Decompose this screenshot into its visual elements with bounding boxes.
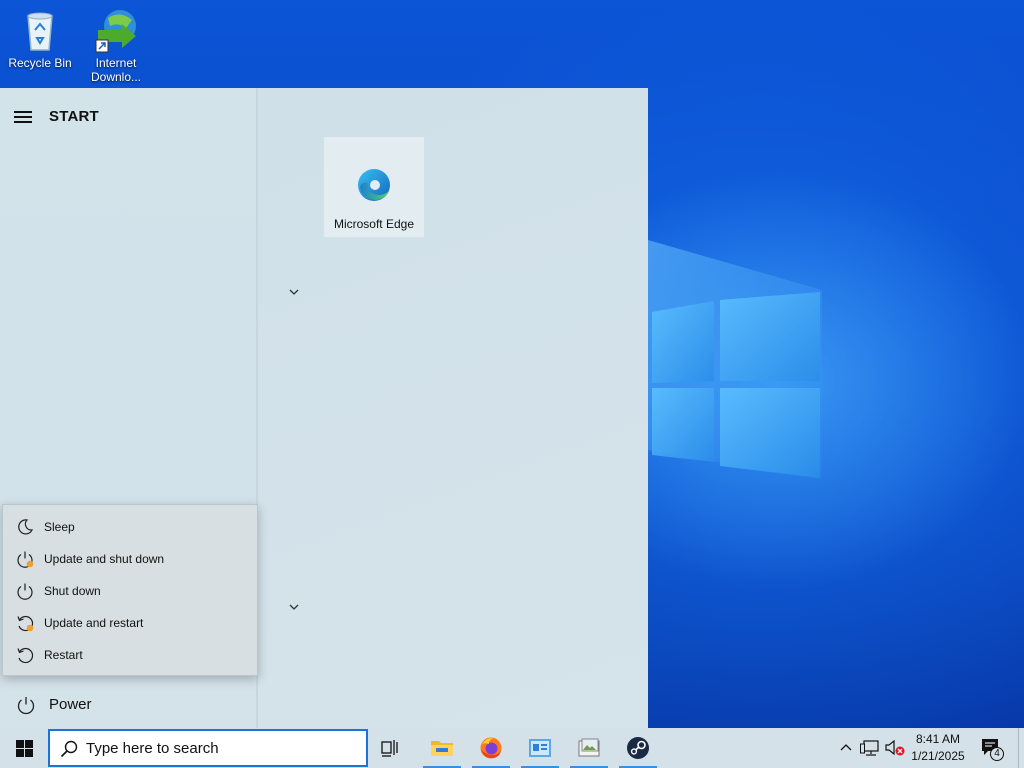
taskbar-app-photo-viewer[interactable]: [566, 728, 612, 768]
show-hidden-icons-chevron-icon[interactable]: [838, 740, 854, 756]
taskbar-app-firefox[interactable]: [468, 728, 514, 768]
chevron-down-icon[interactable]: [288, 603, 300, 611]
task-view-icon: [381, 740, 398, 757]
power-icon: [17, 583, 33, 600]
power-option-update-and-restart[interactable]: Update and restart: [3, 608, 257, 638]
start-menu-tiles-area: Microsoft Edge: [258, 88, 648, 728]
action-center-button[interactable]: 4: [980, 737, 1004, 761]
system-clock[interactable]: 8:41 AM 1/21/2025: [904, 731, 972, 765]
taskbar-app[interactable]: [517, 728, 563, 768]
edge-icon: [358, 169, 390, 201]
taskbar-app-file-explorer[interactable]: [419, 728, 465, 768]
internet-download-manager-icon: [95, 10, 136, 53]
show-desktop-button[interactable]: [1018, 728, 1024, 768]
tile-label: Microsoft Edge: [333, 217, 415, 231]
power-icon: [17, 697, 35, 715]
restart-icon: [17, 647, 34, 664]
start-menu-title: START: [49, 108, 99, 125]
recycle-bin-icon: [27, 12, 53, 51]
app-icon: [529, 739, 551, 757]
taskbar: 8:41 AM 1/21/2025 4: [0, 728, 1024, 768]
firefox-icon: [480, 737, 502, 759]
power-option-label: Restart: [44, 648, 83, 662]
power-option-shut-down[interactable]: Shut down: [3, 576, 257, 606]
desktop-icon-internet-download-manager[interactable]: Internet Downlo...: [78, 6, 154, 84]
power-option-label: Sleep: [44, 520, 75, 534]
chevron-down-icon[interactable]: [288, 288, 300, 296]
clock-time: 8:41 AM: [915, 732, 961, 746]
tile-microsoft-edge[interactable]: Microsoft Edge: [324, 137, 424, 237]
notification-count-badge: 4: [990, 747, 1004, 761]
steam-icon: [627, 737, 649, 759]
power-button[interactable]: Power: [0, 688, 256, 722]
file-explorer-icon: [431, 741, 453, 756]
search-input[interactable]: [86, 737, 356, 759]
power-option-label: Update and shut down: [44, 552, 165, 566]
power-option-restart[interactable]: Restart: [3, 640, 257, 670]
hamburger-menu-button[interactable]: [14, 108, 36, 124]
clock-date: 1/21/2025: [911, 749, 965, 763]
network-icon[interactable]: [860, 739, 882, 757]
volume-muted-icon[interactable]: [884, 739, 906, 757]
power-options-flyout: Sleep Update and shut down Shut down Upd…: [2, 504, 258, 676]
power-option-update-and-shut-down[interactable]: Update and shut down: [3, 544, 257, 574]
desktop-icon-recycle-bin[interactable]: Recycle Bin: [2, 6, 78, 70]
power-update-icon: [17, 551, 34, 568]
task-view-button[interactable]: [368, 728, 414, 768]
start-button[interactable]: [0, 728, 48, 768]
windows-logo-icon: [16, 740, 33, 757]
taskbar-search-box[interactable]: [48, 729, 368, 767]
desktop-icon-label: Internet Downlo...: [90, 56, 142, 84]
moon-icon: [18, 519, 34, 535]
power-option-sleep[interactable]: Sleep: [3, 512, 257, 542]
desktop-icon-label: Recycle Bin: [8, 56, 72, 70]
taskbar-app-steam[interactable]: [615, 728, 661, 768]
photo-viewer-icon: [578, 738, 600, 757]
power-label: Power: [49, 696, 92, 713]
power-option-label: Update and restart: [44, 616, 144, 630]
power-option-label: Shut down: [44, 584, 101, 598]
restart-update-icon: [17, 615, 34, 632]
search-icon: [60, 740, 78, 758]
